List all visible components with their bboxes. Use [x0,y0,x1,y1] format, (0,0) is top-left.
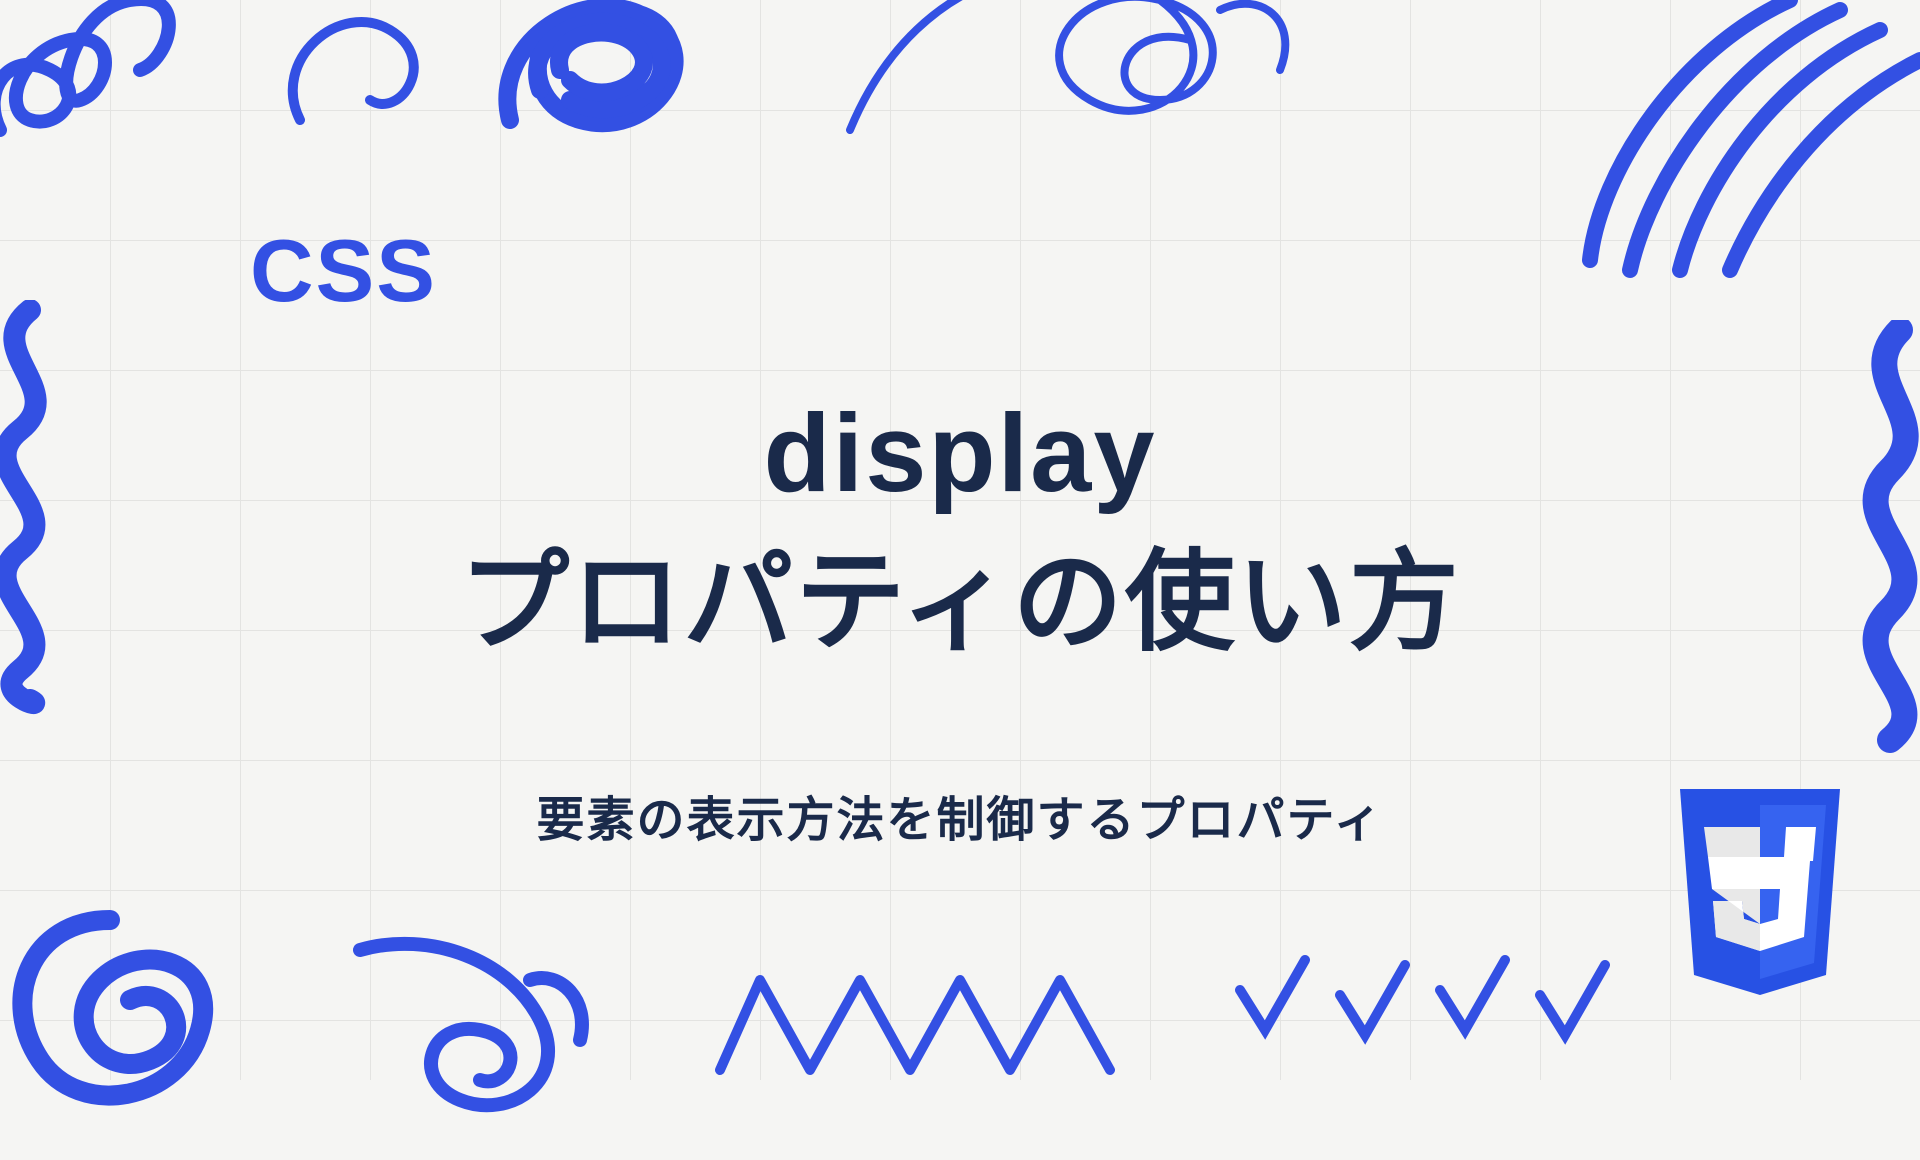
title-line-1: display [0,380,1920,529]
css3-logo-icon [1660,789,1860,1020]
category-label: CSS [250,220,437,322]
title-block: display プロパティの使い方 [0,380,1920,677]
title-line-2: プロパティの使い方 [0,529,1920,678]
subtitle: 要素の表示方法を制御するプロパティ [536,780,1383,850]
